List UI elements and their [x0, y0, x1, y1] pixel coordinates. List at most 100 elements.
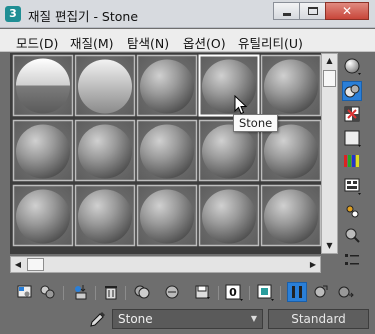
get-material-icon: [17, 285, 32, 298]
go-forward-sibling-icon: [338, 286, 354, 298]
window-title: 재질 편집기 - Stone: [28, 9, 139, 24]
reset-map-icon: [105, 286, 117, 300]
chevron-down-icon[interactable]: ▼: [251, 310, 257, 328]
background-button[interactable]: [342, 104, 362, 124]
video-color-check-button[interactable]: [342, 151, 362, 171]
maximize-icon: [308, 7, 318, 15]
material-id-value: 0: [229, 286, 237, 299]
toolbar-separator: [95, 286, 96, 300]
material-name-value: Stone: [118, 312, 153, 326]
material-name-field[interactable]: Stone ▼: [112, 309, 263, 329]
sample-slot[interactable]: [136, 184, 198, 247]
material-navigator-button[interactable]: [342, 250, 362, 270]
show-shaded-material-button[interactable]: [255, 282, 275, 302]
eyedropper-button[interactable]: [88, 310, 108, 328]
go-to-parent-button[interactable]: [311, 282, 331, 302]
minimize-icon: [283, 13, 291, 16]
assign-material-button[interactable]: [70, 282, 90, 302]
copy-material-button[interactable]: [132, 282, 152, 302]
put-to-library-icon: [195, 285, 210, 299]
toolbar-separator: [125, 286, 126, 300]
sample-sphere: [140, 59, 194, 114]
put-material-to-scene-button[interactable]: [38, 282, 58, 302]
window-controls: ✕: [273, 2, 369, 20]
menu-bar: 모드(D) 재질(M) 탐색(N) 옵션(O) 유틸리티(U): [0, 29, 375, 52]
sample-slot[interactable]: [74, 184, 136, 247]
sample-sphere: [140, 124, 194, 179]
show-end-result-icon: [292, 286, 302, 298]
put-material-to-scene-icon: [40, 285, 55, 299]
close-button[interactable]: ✕: [325, 2, 369, 20]
menu-navigate[interactable]: 탐색(N): [127, 33, 169, 52]
sample-slot[interactable]: [74, 119, 136, 182]
material-type-button[interactable]: Standard: [268, 309, 369, 329]
sample-slot[interactable]: [12, 184, 74, 247]
scroll-right-arrow-icon[interactable]: ▶: [306, 257, 320, 272]
sample-slot[interactable]: [198, 184, 260, 247]
sample-sphere: [78, 124, 132, 179]
backlight-button[interactable]: [342, 81, 362, 101]
scroll-left-arrow-icon[interactable]: ◀: [11, 257, 25, 272]
sample-sphere: [16, 189, 70, 244]
show-end-result-button[interactable]: [287, 282, 307, 302]
sample-sphere: [202, 124, 256, 179]
sample-slot[interactable]: [198, 54, 260, 117]
uv-tiling-icon: [344, 130, 361, 147]
make-unique-button[interactable]: [162, 282, 182, 302]
sample-sphere: [16, 124, 70, 179]
material-navigator-icon: [345, 254, 359, 265]
get-material-button[interactable]: [15, 282, 35, 302]
menu-mode[interactable]: 모드(D): [16, 33, 58, 52]
select-by-material-button[interactable]: [342, 225, 362, 245]
maximize-button[interactable]: [299, 2, 326, 20]
sample-sphere: [264, 189, 318, 244]
sample-sphere: [78, 189, 132, 244]
background-checker-icon: [344, 106, 360, 122]
toolbar-separator: [280, 286, 281, 300]
video-color-check-icon: [344, 155, 359, 167]
sample-slot[interactable]: [260, 54, 321, 117]
horizontal-scroll-thumb[interactable]: [27, 258, 44, 271]
sample-slot[interactable]: [136, 119, 198, 182]
sample-type-button[interactable]: [342, 56, 362, 76]
close-icon: ✕: [341, 4, 353, 18]
sample-sphere: [140, 189, 194, 244]
toolbar-separator: [63, 286, 64, 300]
material-id-channel-icon: 0: [225, 284, 243, 301]
uv-tiling-button[interactable]: [342, 128, 362, 148]
scroll-up-arrow-icon[interactable]: ▲: [322, 54, 337, 68]
go-forward-sibling-button[interactable]: [335, 282, 355, 302]
scroll-down-arrow-icon[interactable]: ▼: [322, 239, 337, 253]
title-bar: 3 재질 편집기 - Stone ✕: [0, 0, 375, 28]
eyedropper-icon: [90, 312, 105, 327]
select-by-material-icon: [345, 228, 360, 243]
backlight-icon: [344, 84, 360, 98]
vertical-scroll-thumb[interactable]: [323, 70, 336, 87]
toolbar-separator: [249, 286, 250, 300]
vertical-scrollbar[interactable]: ▲ ▼: [321, 53, 338, 254]
sample-slot[interactable]: [74, 54, 136, 117]
sample-slot-grid: [10, 53, 321, 254]
sample-slot[interactable]: [260, 184, 321, 247]
sample-sphere: [264, 59, 318, 114]
horizontal-scrollbar[interactable]: ◀ ▶: [10, 256, 321, 273]
app-icon: 3: [5, 6, 21, 22]
reset-map-button[interactable]: [101, 282, 121, 302]
menu-utilities[interactable]: 유틸리티(U): [238, 33, 303, 52]
sample-slot[interactable]: [12, 119, 74, 182]
go-to-parent-icon: [314, 285, 328, 298]
material-id-channel-button[interactable]: 0: [224, 282, 244, 302]
copy-material-icon: [134, 285, 150, 299]
sample-slot[interactable]: [136, 54, 198, 117]
sample-sphere: [78, 59, 132, 114]
assign-material-icon: [75, 285, 87, 300]
show-shaded-material-icon: [257, 284, 274, 301]
sample-slot[interactable]: [12, 54, 74, 117]
options-button[interactable]: [342, 201, 362, 221]
minimize-button[interactable]: [273, 2, 300, 20]
menu-options[interactable]: 옵션(O): [183, 33, 226, 52]
put-to-library-button[interactable]: [193, 282, 213, 302]
make-preview-button[interactable]: [342, 176, 362, 196]
menu-material[interactable]: 재질(M): [70, 33, 114, 52]
sample-sphere: [264, 124, 318, 179]
